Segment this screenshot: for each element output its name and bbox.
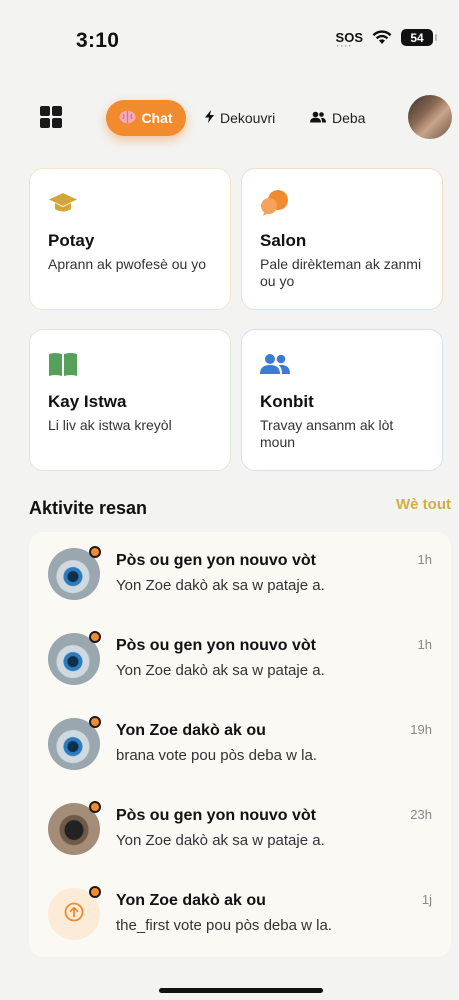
activity-subtitle: brana vote pou pòs deba w la. xyxy=(116,747,317,764)
book-icon xyxy=(48,350,212,378)
activity-time: 1h xyxy=(417,552,432,567)
activity-item[interactable]: Pòs ou gen yon nouvo vòt Yon Zoe dakò ak… xyxy=(29,532,451,617)
card-description: Travay ansanm ak lòt moun xyxy=(260,417,394,450)
status-indicators: SOS 54 xyxy=(336,29,437,51)
tab-chat[interactable]: Chat xyxy=(106,100,186,136)
card-konbit[interactable]: Konbit Travay ansanm ak lòt moun xyxy=(241,329,443,471)
chat-bubbles-icon xyxy=(260,189,424,217)
activity-title: Pòs ou gen yon nouvo vòt xyxy=(116,637,316,654)
activity-time: 1j xyxy=(421,892,432,907)
lightning-icon xyxy=(205,110,214,126)
card-potay[interactable]: Potay Aprann ak pwofesè ou yo xyxy=(29,168,231,310)
activity-time: 1h xyxy=(417,637,432,652)
activity-subtitle: Yon Zoe dakò ak sa w pataje a. xyxy=(116,832,325,849)
card-kay-istwa[interactable]: Kay Istwa Li liv ak istwa kreyòl xyxy=(29,329,231,471)
activity-time: 23h xyxy=(410,807,432,822)
activity-title: Yon Zoe dakò ak ou xyxy=(116,722,266,739)
activity-title: Pòs ou gen yon nouvo vòt xyxy=(116,807,316,824)
see-all-link[interactable]: Wè tout xyxy=(396,496,451,513)
users-icon xyxy=(260,350,424,378)
activity-list: Pòs ou gen yon nouvo vòt Yon Zoe dakò ak… xyxy=(29,532,451,957)
activity-item[interactable]: Yon Zoe dakò ak ou the_first vote pou pò… xyxy=(29,872,451,957)
unread-dot xyxy=(89,886,101,898)
upvote-icon xyxy=(64,902,84,927)
wifi-icon xyxy=(372,30,392,45)
activity-item[interactable]: Yon Zoe dakò ak ou brana vote pou pòs de… xyxy=(29,702,451,787)
activity-subtitle: Yon Zoe dakò ak sa w pataje a. xyxy=(116,662,325,679)
card-title: Konbit xyxy=(260,392,314,411)
activity-item[interactable]: Pòs ou gen yon nouvo vòt Yon Zoe dakò ak… xyxy=(29,787,451,872)
unread-dot xyxy=(89,546,101,558)
activity-time: 19h xyxy=(410,722,432,737)
activity-subtitle: Yon Zoe dakò ak sa w pataje a. xyxy=(116,577,325,594)
activity-title: Pòs ou gen yon nouvo vòt xyxy=(116,552,316,569)
activity-subtitle: the_first vote pou pòs deba w la. xyxy=(116,917,332,934)
status-time: 3:10 xyxy=(76,29,120,52)
tab-dekouvri-label: Dekouvri xyxy=(220,110,276,126)
status-bar: 3:10 SOS 54 xyxy=(0,0,459,80)
card-description: Li liv ak istwa kreyòl xyxy=(48,417,172,433)
unread-dot xyxy=(89,716,101,728)
card-title: Potay xyxy=(48,231,95,250)
graduation-cap-icon xyxy=(48,189,212,217)
tab-deba[interactable]: Deba xyxy=(310,100,365,136)
tab-dekouvri[interactable]: Dekouvri xyxy=(205,100,275,136)
card-title: Kay Istwa xyxy=(48,392,127,411)
grid-menu-icon[interactable] xyxy=(40,106,62,128)
tab-deba-label: Deba xyxy=(332,110,366,126)
brain-icon xyxy=(119,110,136,127)
profile-avatar[interactable] xyxy=(408,95,452,139)
card-title: Salon xyxy=(260,231,307,250)
home-indicator xyxy=(159,988,323,993)
people-icon xyxy=(310,110,326,126)
activity-title: Yon Zoe dakò ak ou xyxy=(116,892,266,909)
tab-chat-label: Chat xyxy=(141,110,173,126)
unread-dot xyxy=(89,801,101,813)
card-salon[interactable]: Salon Pale dirèkteman ak zanmi ou yo xyxy=(241,168,443,310)
card-description: Pale dirèkteman ak zanmi ou yo xyxy=(260,256,422,289)
sos-indicator: SOS xyxy=(336,30,363,51)
activity-item[interactable]: Pòs ou gen yon nouvo vòt Yon Zoe dakò ak… xyxy=(29,617,451,702)
unread-dot xyxy=(89,631,101,643)
card-description: Aprann ak pwofesè ou yo xyxy=(48,256,206,272)
activity-section-title: Aktivite resan xyxy=(29,498,148,518)
battery-icon: 54 xyxy=(401,29,437,46)
top-nav: Chat Dekouvri Deba xyxy=(0,95,459,141)
